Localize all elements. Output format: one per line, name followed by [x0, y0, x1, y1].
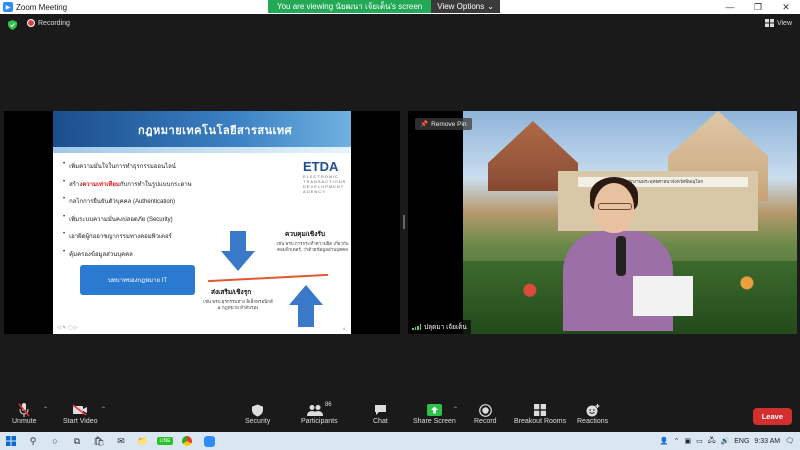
participant-name-tag: ปลุดมา เจ้ยเต็น	[408, 320, 471, 334]
viewing-banner: You are viewing นัยฒนา เจ้ยเต็น's screen…	[268, 0, 500, 13]
participants-count: 86	[324, 402, 332, 408]
tray-network-icon[interactable]: 🖧	[708, 436, 716, 447]
participant-name: ปลุดมา เจ้ยเต็น	[424, 324, 467, 331]
windows-taskbar: ⚲ ○ ⧉ 🛍 ✉ 📁 LINE 👤 ⌃ ▣ ▭ 🖧 🔊 ENG 9:33 AM…	[0, 432, 800, 450]
share-screen-icon	[426, 402, 442, 418]
search-icon[interactable]: ⚲	[22, 432, 44, 450]
promote-label: ส่งเสริม/เชิงรุก	[211, 289, 252, 296]
explorer-folder-icon[interactable]: 📁	[132, 432, 154, 450]
tray-chevron-icon[interactable]: ⌃	[674, 437, 680, 445]
tray-zoom-icon[interactable]: ▣	[684, 437, 691, 445]
speaker-glasses	[598, 203, 632, 210]
encryption-shield-icon[interactable]	[8, 20, 17, 30]
chrome-icon[interactable]	[176, 432, 198, 450]
arrow-up-icon	[289, 285, 323, 327]
meeting-toolbar: Unmute ⌃ Start Video ⌃ Security 86 Parti…	[0, 398, 800, 432]
windows-start-icon[interactable]	[0, 432, 22, 450]
speaker-video-panel[interactable]: สำนักงานพระพุทธศาสนาจังหวัดพิษณุโลก 📌 Re…	[408, 111, 797, 334]
notifications-icon[interactable]: 🗨	[785, 437, 794, 445]
video-options-caret[interactable]: ⌃	[101, 406, 106, 413]
share-screen-button[interactable]: Share Screen	[413, 402, 456, 425]
start-video-button[interactable]: Start Video	[63, 402, 98, 425]
control-subtext: เช่น พรบ.การกระทำความผิด เกี่ยวกับคอมพิว…	[276, 241, 349, 252]
breakout-rooms-icon	[534, 402, 547, 418]
status-row: Recording View	[0, 17, 800, 33]
reactions-button[interactable]: Reactions	[577, 402, 608, 425]
language-indicator[interactable]: ENG	[734, 438, 749, 445]
record-button[interactable]: Record	[474, 402, 497, 425]
tray-volume-icon[interactable]: 🔊	[721, 437, 730, 445]
slide-controls-icon[interactable]: ◁ ✎ ▢ ▷	[57, 325, 78, 331]
store-icon[interactable]: 🛍	[88, 432, 110, 450]
pin-icon: 📌	[420, 121, 429, 128]
bullet-item: สร้างความเท่าเทียมกับการทำในรูปแบบกระดาษ	[63, 179, 283, 189]
chat-button[interactable]: Chat	[373, 402, 388, 425]
slide-title: กฎหมายเทคโนโลยีสารสนเทศ	[138, 125, 293, 137]
shield-icon	[252, 402, 264, 418]
presentation-slide: กฎหมายเทคโนโลยีสารสนเทศ ETDA ELECTRONIC …	[53, 111, 351, 334]
line-app-icon[interactable]: LINE	[154, 432, 176, 450]
camera-off-icon	[72, 402, 88, 418]
clock[interactable]: 9:33 AM	[754, 438, 780, 445]
recording-label: Recording	[38, 19, 70, 27]
leave-button[interactable]: Leave	[752, 408, 792, 425]
signal-strength-icon	[412, 324, 421, 330]
microphone	[616, 236, 626, 276]
mail-icon[interactable]: ✉	[110, 432, 132, 450]
zoom-window: ▶ Zoom Meeting — ❐ ✕ You are viewing นัย…	[0, 0, 800, 450]
chat-bubble-icon	[374, 402, 387, 418]
desk-monitor	[633, 276, 693, 316]
divider-line	[208, 273, 328, 283]
window-controls: — ❐ ✕	[716, 0, 800, 14]
zoom-taskbar-icon[interactable]	[198, 432, 220, 450]
breakout-rooms-button[interactable]: Breakout Rooms	[514, 402, 566, 425]
shared-screen-panel[interactable]: กฎหมายเทคโนโลยีสารสนเทศ ETDA ELECTRONIC …	[4, 111, 400, 334]
zoom-app-icon: ▶	[3, 2, 13, 12]
grid-view-icon	[764, 19, 774, 27]
tray-person-icon[interactable]: 👤	[660, 437, 669, 445]
etda-logo-subtitle: ELECTRONIC TRANSACTIONS DEVELOPMENT AGEN…	[303, 174, 347, 194]
participants-icon	[306, 405, 323, 416]
view-label: View	[776, 19, 792, 27]
control-label: ควบคุม/เชิงรับ	[285, 231, 325, 238]
cortana-icon[interactable]: ○	[44, 432, 66, 450]
slide-number: 4	[342, 326, 345, 331]
etda-logo: ETDA ELECTRONIC TRANSACTIONS DEVELOPMENT…	[303, 159, 351, 194]
participants-button[interactable]: 86 Participants	[301, 402, 338, 425]
viewing-text: You are viewing นัยฒนา เจ้ยเต็น's screen	[268, 0, 432, 13]
window-title: Zoom Meeting	[16, 2, 68, 12]
smiley-plus-icon	[586, 402, 600, 418]
close-button[interactable]: ✕	[772, 0, 800, 14]
system-tray: 👤 ⌃ ▣ ▭ 🖧 🔊 ENG 9:33 AM 🗨	[660, 432, 800, 450]
security-button[interactable]: Security	[245, 402, 270, 425]
chevron-down-icon: ⌄	[487, 2, 494, 11]
tray-battery-icon[interactable]: ▭	[696, 437, 703, 445]
record-icon	[478, 402, 492, 418]
promote-subtext: เช่น พรบ.ธุรกรรมทาง อิเล็กทรอนิกส์ & กฎห…	[203, 299, 273, 310]
etda-logo-text: ETDA	[303, 159, 339, 174]
audio-options-caret[interactable]: ⌃	[43, 406, 48, 413]
restore-button[interactable]: ❐	[744, 0, 772, 14]
recording-dot-icon	[27, 19, 35, 27]
view-button[interactable]: View	[764, 19, 792, 27]
task-view-icon[interactable]: ⧉	[66, 432, 88, 450]
minimize-button[interactable]: —	[716, 0, 744, 14]
arrow-down-icon	[221, 231, 255, 271]
remove-pin-button[interactable]: 📌 Remove Pin	[415, 118, 472, 130]
bullet-item: เพิ่มระบบความมั่นคงปลอดภัย (Security)	[63, 214, 283, 224]
view-options-label: View Options	[437, 2, 485, 11]
recording-indicator[interactable]: Recording	[27, 19, 70, 27]
unmute-button[interactable]: Unmute	[12, 402, 37, 425]
bullet-item: เพิ่มความมั่นใจในการทำธุรกรรมออนไลน์	[63, 161, 283, 171]
view-options-button[interactable]: View Options ⌄	[431, 0, 500, 13]
remove-pin-label: Remove Pin	[431, 120, 467, 128]
bullet-item: กลไกการยืนยันตัวบุคคล (Authentication)	[63, 196, 283, 206]
share-options-caret[interactable]: ⌃	[453, 406, 458, 413]
microphone-muted-icon	[18, 402, 30, 418]
panel-resize-handle[interactable]	[403, 215, 405, 229]
role-of-it-law-box: บทบาทของกฎหมาย IT	[80, 265, 195, 295]
